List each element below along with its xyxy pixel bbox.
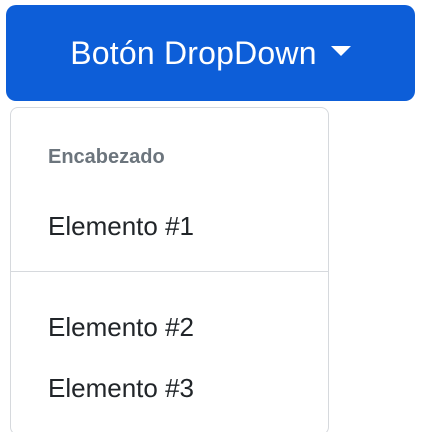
- dropdown-item-2[interactable]: Elemento #2: [11, 299, 328, 355]
- dropdown-item-label: Elemento #1: [48, 210, 194, 241]
- dropdown-item-1[interactable]: Elemento #1: [11, 198, 328, 254]
- dropdown-toggle-label: Botón DropDown: [70, 34, 317, 71]
- caret-down-icon: [330, 46, 351, 56]
- dropdown-item-3[interactable]: Elemento #3: [11, 360, 328, 416]
- dropdown-item-label: Elemento #2: [48, 311, 194, 342]
- dropdown-item-label: Elemento #3: [48, 372, 194, 403]
- dropdown-demo: Botón DropDown Encabezado Elemento #1 El…: [0, 0, 421, 432]
- dropdown-divider: [11, 271, 328, 272]
- dropdown-menu: Encabezado Elemento #1 Elemento #2 Eleme…: [10, 107, 329, 432]
- dropdown-toggle-button[interactable]: Botón DropDown: [6, 5, 415, 101]
- dropdown-header: Encabezado: [48, 146, 165, 168]
